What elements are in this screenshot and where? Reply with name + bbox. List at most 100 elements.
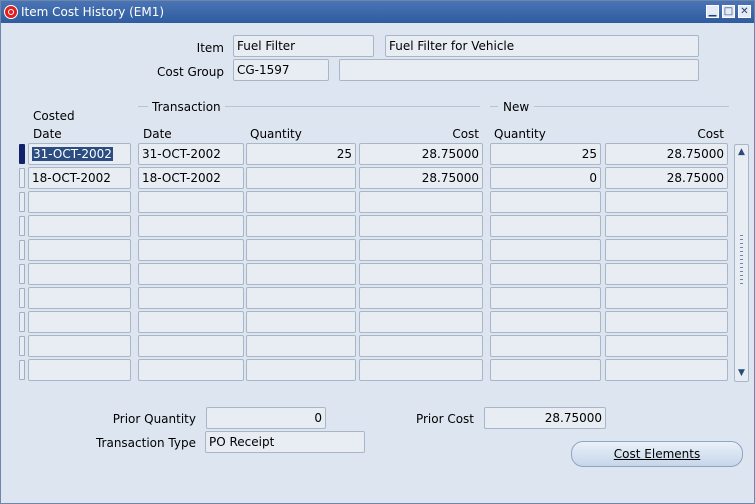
- transaction-quantity-cell[interactable]: [246, 191, 356, 213]
- title-bar[interactable]: Item Cost History (EM1) ▁ □ ✕: [1, 1, 754, 23]
- transaction-quantity-cell[interactable]: [246, 335, 356, 357]
- transaction-date-cell[interactable]: [138, 335, 244, 357]
- transaction-quantity-cell[interactable]: [246, 359, 356, 381]
- transaction-cost-cell[interactable]: [359, 191, 483, 213]
- costed-date-cell[interactable]: [28, 311, 131, 333]
- transaction-cost-cell[interactable]: [359, 359, 483, 381]
- costed-date-cell[interactable]: [28, 215, 131, 237]
- transaction-cost-cell[interactable]: [359, 263, 483, 285]
- minimize-icon[interactable]: ▁: [706, 5, 719, 18]
- column-header-transaction-quantity: Quantity: [250, 127, 302, 141]
- divider: [138, 106, 148, 107]
- new-cost-cell[interactable]: [605, 311, 728, 333]
- item-field[interactable]: Fuel Filter: [233, 35, 374, 57]
- column-header-new-quantity: Quantity: [494, 127, 546, 141]
- new-quantity-cell[interactable]: [490, 239, 601, 261]
- item-cost-history-window: Item Cost History (EM1) ▁ □ ✕ Item Fuel …: [0, 0, 755, 504]
- transaction-date-cell[interactable]: [138, 287, 244, 309]
- scroll-down-icon[interactable]: ▼: [736, 367, 747, 379]
- transaction-cost-cell[interactable]: [359, 215, 483, 237]
- transaction-date-cell[interactable]: 31-OCT-2002: [138, 143, 244, 165]
- oracle-icon: [4, 5, 18, 19]
- new-cost-cell[interactable]: [605, 287, 728, 309]
- new-quantity-cell[interactable]: [490, 359, 601, 381]
- prior-quantity-label: Prior Quantity: [112, 412, 196, 426]
- column-header-transaction-date: Date: [143, 127, 172, 141]
- maximize-icon[interactable]: □: [722, 5, 735, 18]
- close-icon[interactable]: ✕: [738, 5, 751, 18]
- transaction-quantity-cell[interactable]: [246, 215, 356, 237]
- new-quantity-cell[interactable]: [490, 263, 601, 285]
- transaction-quantity-cell[interactable]: [246, 287, 356, 309]
- transaction-quantity-cell[interactable]: [246, 263, 356, 285]
- costed-date-cell[interactable]: [28, 191, 131, 213]
- scroll-up-icon[interactable]: ▲: [736, 146, 747, 158]
- grid-scrollbar[interactable]: ▲ ▼: [734, 144, 749, 382]
- row-indicator[interactable]: [19, 168, 25, 188]
- transaction-date-cell[interactable]: 18-OCT-2002: [138, 167, 244, 189]
- new-cost-cell[interactable]: [605, 359, 728, 381]
- new-quantity-cell[interactable]: 25: [490, 143, 601, 165]
- transaction-date-cell[interactable]: [138, 263, 244, 285]
- transaction-cost-cell[interactable]: [359, 287, 483, 309]
- row-indicator[interactable]: [19, 240, 25, 260]
- new-quantity-cell[interactable]: [490, 311, 601, 333]
- transaction-cost-cell[interactable]: 28.75000: [359, 167, 483, 189]
- transaction-date-cell[interactable]: [138, 311, 244, 333]
- costed-date-cell[interactable]: [28, 359, 131, 381]
- divider: [490, 106, 498, 107]
- transaction-date-cell[interactable]: [138, 359, 244, 381]
- divider: [225, 106, 480, 107]
- new-cost-cell[interactable]: [605, 263, 728, 285]
- transaction-cost-cell[interactable]: 28.75000: [359, 143, 483, 165]
- item-description-field[interactable]: Fuel Filter for Vehicle: [385, 35, 699, 57]
- new-cost-cell[interactable]: 28.75000: [605, 167, 728, 189]
- new-cost-cell[interactable]: 28.75000: [605, 143, 728, 165]
- new-quantity-cell[interactable]: [490, 215, 601, 237]
- new-cost-cell[interactable]: [605, 191, 728, 213]
- costed-date-cell[interactable]: [28, 287, 131, 309]
- item-label: Item: [196, 41, 224, 55]
- cost-group-description-field[interactable]: [339, 59, 699, 81]
- new-group-heading: New: [503, 100, 530, 114]
- transaction-quantity-cell[interactable]: [246, 311, 356, 333]
- row-indicator[interactable]: [19, 336, 25, 356]
- row-indicator[interactable]: [19, 192, 25, 212]
- transaction-date-cell[interactable]: [138, 239, 244, 261]
- row-indicator[interactable]: [19, 312, 25, 332]
- prior-quantity-field[interactable]: 0: [206, 407, 326, 429]
- transaction-type-field[interactable]: PO Receipt: [205, 431, 365, 453]
- row-indicator[interactable]: [19, 144, 25, 164]
- costed-date-cell[interactable]: [28, 263, 131, 285]
- costed-date-cell[interactable]: [28, 335, 131, 357]
- transaction-quantity-cell[interactable]: [246, 167, 356, 189]
- transaction-date-cell[interactable]: [138, 191, 244, 213]
- costed-date-cell[interactable]: 18-OCT-2002: [28, 167, 131, 189]
- costed-date-cell[interactable]: 31-OCT-2002: [28, 143, 131, 165]
- transaction-type-label: Transaction Type: [95, 436, 196, 450]
- row-indicator[interactable]: [19, 264, 25, 284]
- scroll-thumb[interactable]: [740, 235, 743, 285]
- transaction-cost-cell[interactable]: [359, 335, 483, 357]
- transaction-cost-cell[interactable]: [359, 239, 483, 261]
- new-quantity-cell[interactable]: 0: [490, 167, 601, 189]
- prior-cost-field[interactable]: 28.75000: [484, 407, 606, 429]
- transaction-quantity-cell[interactable]: 25: [246, 143, 356, 165]
- transaction-date-cell[interactable]: [138, 215, 244, 237]
- new-cost-cell[interactable]: [605, 215, 728, 237]
- column-header-costed-date: Date: [33, 127, 62, 141]
- cost-elements-button[interactable]: Cost Elements: [571, 441, 743, 467]
- new-cost-cell[interactable]: [605, 239, 728, 261]
- transaction-group-heading: Transaction: [152, 100, 221, 114]
- transaction-quantity-cell[interactable]: [246, 239, 356, 261]
- row-indicator[interactable]: [19, 360, 25, 380]
- transaction-cost-cell[interactable]: [359, 311, 483, 333]
- row-indicator[interactable]: [19, 216, 25, 236]
- new-cost-cell[interactable]: [605, 335, 728, 357]
- new-quantity-cell[interactable]: [490, 191, 601, 213]
- new-quantity-cell[interactable]: [490, 287, 601, 309]
- cost-group-field[interactable]: CG-1597: [233, 59, 329, 81]
- costed-date-cell[interactable]: [28, 239, 131, 261]
- row-indicator[interactable]: [19, 288, 25, 308]
- new-quantity-cell[interactable]: [490, 335, 601, 357]
